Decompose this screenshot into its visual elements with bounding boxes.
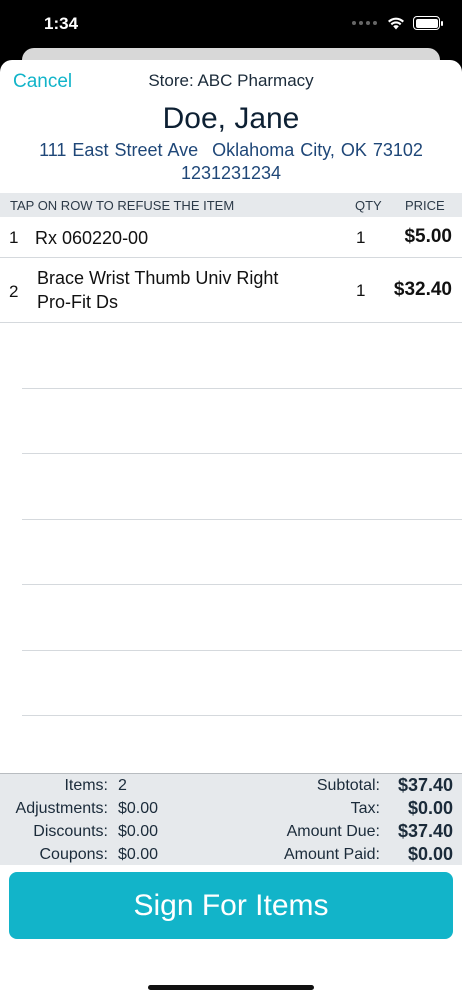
subtotal-value: $37.40 bbox=[397, 775, 453, 795]
address-city: Oklahoma City, OK 73102 bbox=[212, 140, 423, 160]
customer-address: 111 East Street Ave Oklahoma City, OK 731… bbox=[0, 140, 462, 161]
item-price: $5.00 bbox=[404, 226, 452, 247]
status-bar: 1:34 bbox=[0, 0, 462, 50]
battery-icon bbox=[413, 16, 443, 30]
item-qty: 1 bbox=[356, 228, 366, 247]
amount-due-value: $37.40 bbox=[397, 821, 453, 841]
item-number: 2 bbox=[9, 282, 19, 301]
tax-value: $0.00 bbox=[407, 798, 453, 818]
price-column-header: PRICE bbox=[405, 198, 445, 213]
customer-phone: 1231231234 bbox=[180, 163, 282, 183]
empty-row-divider bbox=[22, 519, 462, 520]
signal-dots-icon bbox=[352, 21, 377, 25]
amount-due-label: Amount Due: bbox=[286, 823, 380, 840]
item-price: $32.40 bbox=[393, 279, 452, 300]
empty-row-divider bbox=[22, 388, 462, 389]
discounts-label: Discounts: bbox=[33, 823, 108, 840]
totals-panel: Items: 2 Adjustments: $0.00 Discounts: $… bbox=[0, 773, 462, 865]
tax-label: Tax: bbox=[350, 800, 380, 817]
status-time: 1:34 bbox=[44, 14, 79, 33]
refuse-instruction: TAP ON ROW TO REFUSE THE ITEM bbox=[10, 198, 235, 213]
empty-row-divider bbox=[22, 715, 462, 716]
subtotal-label: Subtotal: bbox=[316, 777, 380, 794]
item-description: Rx 060220-00 bbox=[35, 228, 149, 248]
home-indicator bbox=[148, 985, 314, 990]
empty-row-divider bbox=[22, 584, 462, 585]
adjustments-label: Adjustments: bbox=[15, 800, 108, 817]
item-description-line1: Brace Wrist Thumb Univ Right bbox=[37, 268, 279, 288]
items-label: Items: bbox=[64, 777, 108, 794]
item-row[interactable]: 1 Rx 060220-00 1 $5.00 bbox=[0, 217, 462, 258]
empty-row-divider bbox=[22, 650, 462, 651]
coupons-value: $0.00 bbox=[118, 846, 159, 863]
item-qty: 1 bbox=[356, 281, 366, 300]
qty-column-header: QTY bbox=[355, 198, 382, 213]
order-sheet: Cancel Store: ABC Pharmacy Doe, Jane 111… bbox=[0, 60, 462, 1000]
amount-paid-value: $0.00 bbox=[407, 844, 453, 864]
sign-for-items-button[interactable]: Sign For Items bbox=[9, 872, 453, 939]
table-header: TAP ON ROW TO REFUSE THE ITEM QTY PRICE bbox=[0, 193, 462, 217]
item-description: Brace Wrist Thumb Univ Right Pro-Fit Ds bbox=[37, 266, 337, 314]
adjustments-value: $0.00 bbox=[118, 800, 159, 817]
item-row[interactable]: 2 Brace Wrist Thumb Univ Right Pro-Fit D… bbox=[0, 258, 462, 323]
store-name: Store: ABC Pharmacy bbox=[148, 71, 314, 90]
item-description-line2: Pro-Fit Ds bbox=[37, 292, 118, 312]
wifi-icon bbox=[388, 17, 404, 29]
amount-paid-label: Amount Paid: bbox=[283, 846, 380, 863]
item-number: 1 bbox=[9, 228, 19, 247]
coupons-label: Coupons: bbox=[39, 846, 109, 863]
empty-row-divider bbox=[22, 453, 462, 454]
items-value: 2 bbox=[118, 777, 127, 794]
discounts-value: $0.00 bbox=[118, 823, 159, 840]
address-street: 111 East Street Ave bbox=[39, 140, 199, 160]
customer-name: Doe, Jane bbox=[162, 102, 300, 135]
status-icons bbox=[352, 16, 443, 30]
